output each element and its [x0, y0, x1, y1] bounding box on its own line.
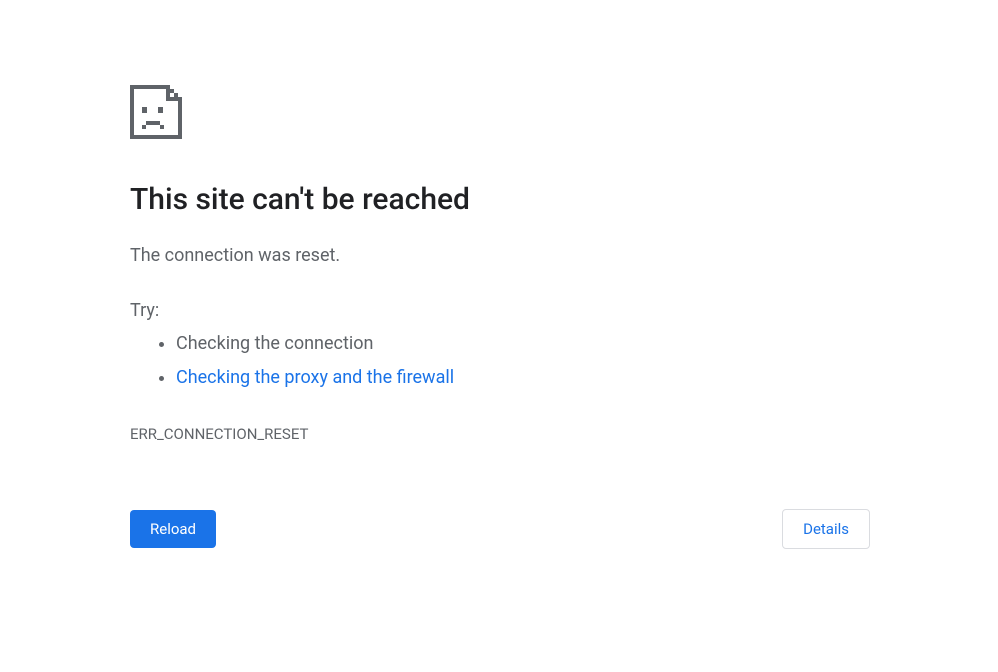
suggestion-item-proxy: Checking the proxy and the firewall: [176, 361, 870, 395]
error-message: The connection was reset.: [130, 243, 870, 268]
proxy-firewall-link[interactable]: Checking the proxy and the firewall: [176, 367, 454, 388]
suggestion-item-connection: Checking the connection: [176, 327, 870, 361]
try-label: Try:: [130, 300, 870, 321]
button-row: Reload Details: [130, 509, 870, 549]
reload-button[interactable]: Reload: [130, 510, 216, 548]
suggestions-list: Checking the connection Checking the pro…: [130, 327, 870, 395]
sad-page-icon: [130, 85, 870, 143]
details-button[interactable]: Details: [782, 509, 870, 549]
error-heading: This site can't be reached: [130, 181, 870, 219]
error-code: ERR_CONNECTION_RESET: [130, 425, 870, 443]
error-page-content: This site can't be reached The connectio…: [130, 85, 870, 549]
